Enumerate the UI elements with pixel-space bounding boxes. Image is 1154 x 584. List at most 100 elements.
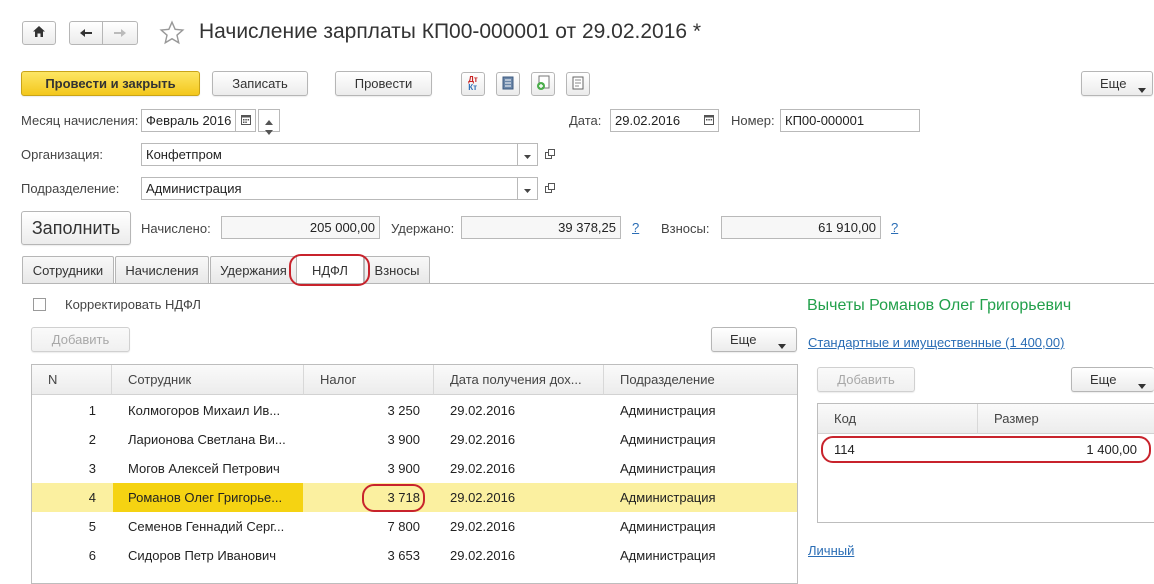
row-income-date: 29.02.2016: [450, 403, 516, 418]
standard-deductions-link[interactable]: Стандартные и имущественные (1 400,00): [808, 335, 1064, 350]
accrued-value: 205 000,00: [221, 216, 380, 239]
register-button[interactable]: [496, 72, 520, 96]
register-icon: [502, 76, 514, 93]
deductions-more-button[interactable]: Еще: [1071, 367, 1154, 392]
row-department: Администрация: [620, 461, 716, 476]
dt-kt-button[interactable]: Дт Кт: [461, 72, 485, 96]
tab-accruals[interactable]: Начисления: [115, 256, 209, 283]
withheld-label: Удержано:: [391, 221, 455, 236]
row-tax: 3 250: [387, 403, 420, 418]
report-icon: [535, 75, 551, 94]
forward-button[interactable]: [102, 21, 138, 45]
department-field[interactable]: Администрация: [141, 177, 518, 200]
row-department: Администрация: [620, 403, 716, 418]
department-dropdown[interactable]: [518, 177, 538, 200]
date-field[interactable]: 29.02.2016: [610, 109, 700, 132]
row-income-date: 29.02.2016: [450, 548, 516, 563]
column-header-employee[interactable]: Сотрудник: [112, 365, 304, 395]
row-number: 4: [88, 490, 96, 505]
month-spin[interactable]: [258, 109, 280, 135]
tab-contributions[interactable]: Взносы: [364, 256, 430, 283]
document-button[interactable]: [566, 72, 590, 96]
column-header-income-date[interactable]: Дата получения дох...: [434, 365, 604, 395]
date-label: Дата:: [569, 113, 602, 128]
post-and-close-button[interactable]: Провести и закрыть: [21, 71, 200, 96]
column-header-tax[interactable]: Налог: [304, 365, 434, 395]
row-number: 2: [88, 432, 96, 447]
personal-deductions-link[interactable]: Личный: [808, 543, 854, 558]
row-employee: Сидоров Петр Иванович: [128, 548, 277, 563]
department-label: Подразделение:: [21, 181, 120, 196]
ndfl-add-button[interactable]: Добавить: [31, 327, 130, 352]
row-department: Администрация: [620, 490, 716, 505]
table-row[interactable]: 2 Ларионова Светлана Ви... 3 900 29.02.2…: [32, 425, 797, 454]
tab-strip-line: [22, 283, 1154, 284]
deductions-more-label: Еще: [1090, 372, 1117, 387]
table-row[interactable]: 3 Могов Алексей Петрович 3 900 29.02.201…: [32, 454, 797, 483]
row-tax: 3 900: [387, 432, 420, 447]
row-income-date: 29.02.2016: [450, 490, 516, 505]
deductions-title: Вычеты Романов Олег Григорьевич: [807, 297, 1072, 314]
contributions-value: 61 910,00: [721, 216, 881, 239]
column-header-code[interactable]: Код: [818, 404, 978, 434]
open-icon: [545, 181, 555, 196]
more-button[interactable]: Еще: [1081, 71, 1153, 96]
month-field[interactable]: Февраль 2016: [141, 109, 236, 132]
row-number: 5: [88, 519, 96, 534]
doc-icon: [572, 76, 584, 93]
table-row[interactable]: 6 Сидоров Петр Иванович 3 653 29.02.2016…: [32, 541, 797, 570]
contributions-help-link[interactable]: ?: [891, 220, 898, 235]
dt-kt-icon: Дт Кт: [468, 75, 478, 92]
more-label: Еще: [1100, 76, 1127, 91]
spin-down-icon[interactable]: [265, 123, 273, 138]
withheld-value: 39 378,25: [461, 216, 621, 239]
organization-dropdown[interactable]: [518, 143, 538, 166]
save-button[interactable]: Записать: [212, 71, 308, 96]
ndfl-tab-highlight: [289, 254, 370, 286]
row-employee: Могов Алексей Петрович: [128, 461, 280, 476]
contributions-label: Взносы:: [661, 221, 710, 236]
organization-label: Организация:: [21, 147, 104, 162]
row-department: Администрация: [620, 432, 716, 447]
row-department: Администрация: [620, 519, 716, 534]
row-employee[interactable]: Романов Олег Григорье...: [113, 483, 303, 512]
row-tax: 3 653: [387, 548, 420, 563]
row-employee: Колмогоров Михаил Ив...: [128, 403, 281, 418]
deductions-table: Код Размер 114 1 400,00: [817, 403, 1154, 523]
organization-open-button[interactable]: [540, 143, 560, 166]
column-header-n[interactable]: N: [32, 365, 112, 395]
deductions-add-button[interactable]: Добавить: [817, 367, 915, 392]
department-open-button[interactable]: [540, 177, 560, 200]
back-button[interactable]: [69, 21, 103, 45]
row-number: 6: [88, 548, 96, 563]
calendar-icon: [240, 113, 251, 128]
column-header-department[interactable]: Подразделение: [604, 365, 797, 395]
table-row[interactable]: 5 Семенов Геннадий Серг... 7 800 29.02.2…: [32, 512, 797, 541]
month-calendar-button[interactable]: [236, 109, 256, 132]
home-button[interactable]: [22, 21, 56, 45]
row-income-date: 29.02.2016: [450, 461, 516, 476]
organization-field[interactable]: Конфетпром: [141, 143, 518, 166]
ndfl-more-button[interactable]: Еще: [711, 327, 797, 352]
chevron-down-icon: [524, 147, 531, 162]
row-income-date: 29.02.2016: [450, 432, 516, 447]
row-number: 1: [88, 403, 96, 418]
tab-employees[interactable]: Сотрудники: [22, 256, 114, 283]
tab-deductions[interactable]: Удержания: [210, 256, 297, 283]
report-button[interactable]: [531, 72, 555, 96]
number-field[interactable]: КП00-000001: [780, 109, 920, 132]
favorite-star-icon[interactable]: [159, 20, 185, 49]
calendar-icon: [703, 113, 714, 128]
chevron-down-icon: [1138, 377, 1146, 392]
correct-ndfl-checkbox[interactable]: [33, 298, 46, 311]
fill-button[interactable]: Заполнить: [21, 211, 131, 245]
ndfl-more-label: Еще: [730, 332, 757, 347]
date-calendar-button[interactable]: [699, 109, 719, 132]
table-row[interactable]: 1 Колмогоров Михаил Ив... 3 250 29.02.20…: [32, 396, 797, 425]
chevron-down-icon: [778, 337, 786, 352]
row-tax: 7 800: [387, 519, 420, 534]
post-button[interactable]: Провести: [335, 71, 432, 96]
column-header-amount[interactable]: Размер: [978, 404, 1154, 434]
row-department: Администрация: [620, 548, 716, 563]
withheld-help-link[interactable]: ?: [632, 220, 639, 235]
